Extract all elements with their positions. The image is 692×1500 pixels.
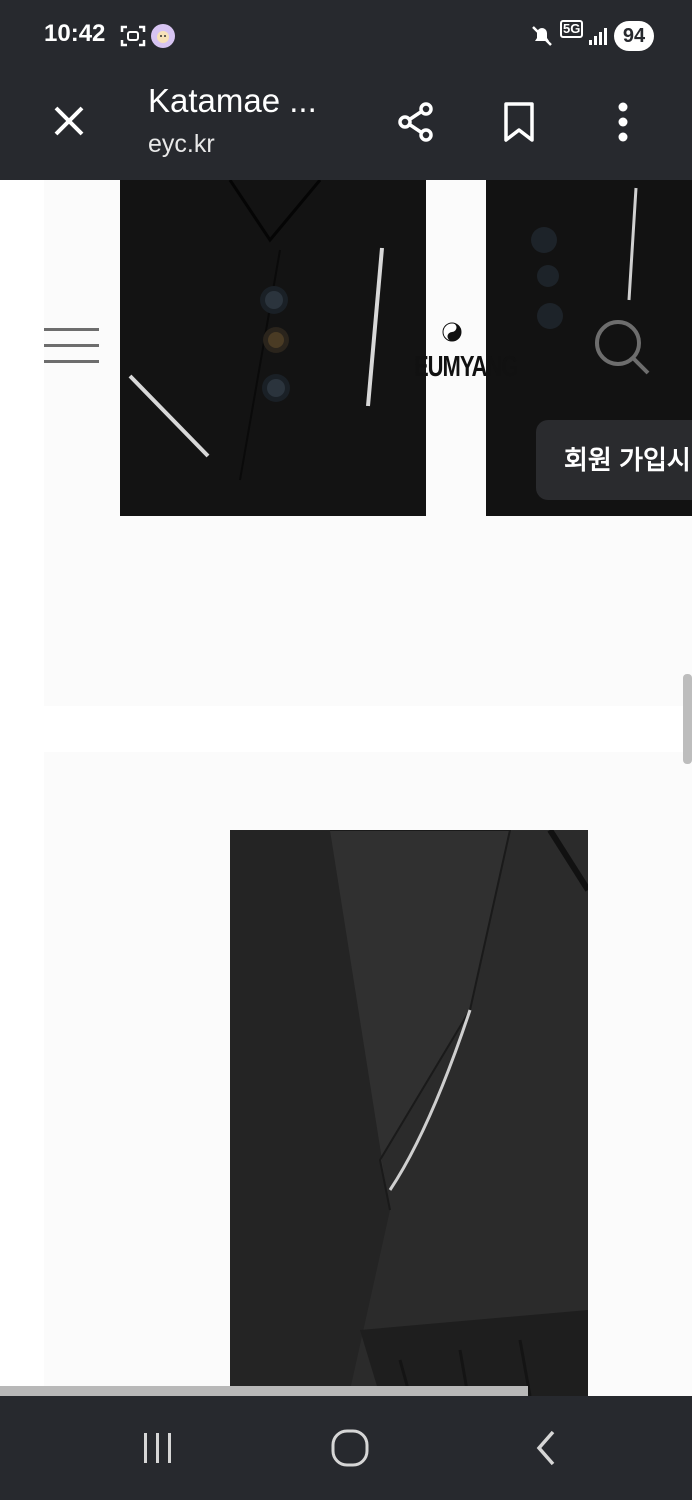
battery-icon: 94 xyxy=(614,21,654,51)
page-scrollbar[interactable] xyxy=(683,674,692,764)
status-bar: 10:42 5G 94 xyxy=(0,0,692,72)
web-page: EUMYANG 회원 가입시 xyxy=(0,180,692,1396)
browser-toolbar: Katamae ... eyc.kr xyxy=(0,72,692,180)
signal-icon xyxy=(588,26,608,51)
status-time: 10:42 xyxy=(44,20,106,47)
product-image[interactable] xyxy=(120,180,426,516)
app-avatar-icon xyxy=(150,23,176,54)
5g-icon: 5G xyxy=(560,20,584,38)
page-title: Katamae ... xyxy=(148,82,317,119)
page-url: eyc.kr xyxy=(148,130,215,158)
home-icon[interactable] xyxy=(320,1422,380,1474)
more-icon[interactable] xyxy=(595,94,651,150)
site-logo[interactable]: EUMYANG xyxy=(414,350,518,384)
back-icon[interactable] xyxy=(516,1422,576,1474)
signup-banner[interactable]: 회원 가입시 xyxy=(536,420,692,500)
system-nav-bar xyxy=(0,1396,692,1500)
product-image[interactable] xyxy=(230,830,588,1396)
screenshot-icon xyxy=(120,24,146,53)
share-icon[interactable] xyxy=(388,94,444,150)
search-icon[interactable] xyxy=(592,318,652,378)
logo-symbol-icon xyxy=(442,322,462,342)
menu-icon[interactable] xyxy=(44,326,100,366)
bookmark-icon[interactable] xyxy=(491,94,547,150)
mute-icon xyxy=(530,24,554,53)
recent-apps-icon[interactable] xyxy=(128,1422,188,1474)
close-icon[interactable] xyxy=(46,98,92,144)
carousel-scrollbar[interactable] xyxy=(0,1386,528,1396)
